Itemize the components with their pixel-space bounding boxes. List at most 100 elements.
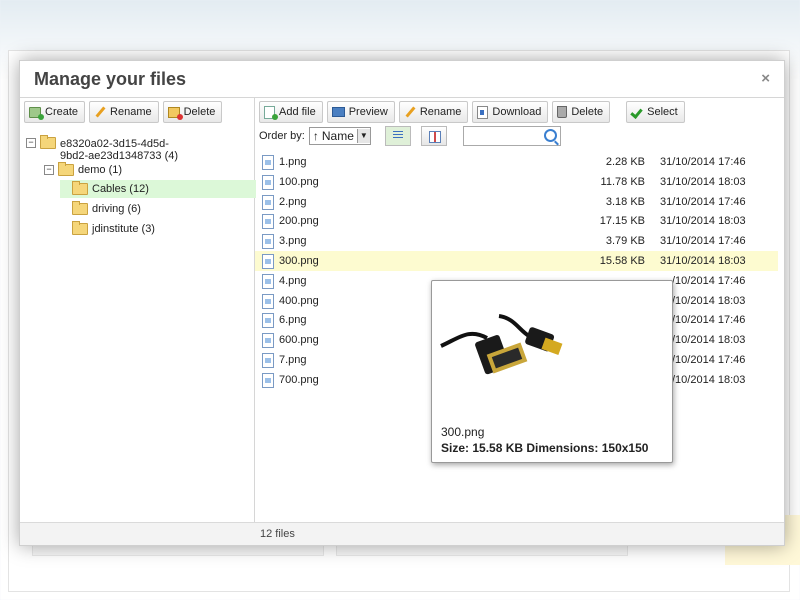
close-icon[interactable]: × [761,70,770,87]
image-file-icon [262,254,274,269]
file-row[interactable]: 3.png 3.79 KB 31/10/2014 17:46 [255,231,778,251]
folder-open-icon [58,162,74,176]
list-view-icon [392,131,403,140]
file-name: 7.png [279,354,307,366]
tree-item-jdinstitute[interactable]: jdinstitute (3) [72,220,155,238]
image-file-icon [262,313,274,329]
file-name: 1.png [279,156,307,168]
file-size: 11.78 KB [600,175,645,188]
file-row[interactable]: 100.png 11.78 KB 31/10/2014 18:03 [255,172,778,192]
dialog-header: Manage your files × [20,61,784,97]
folder-add-icon [29,106,44,120]
file-size: 15.58 KB [599,255,645,267]
rename-folder-button[interactable]: Rename [89,101,159,123]
file-date: /10/2014 18:03 [672,373,746,386]
collapse-icon[interactable]: − [26,138,36,148]
delete-file-button[interactable]: Delete [552,101,611,123]
tree-item-driving[interactable]: driving (6) [72,200,141,218]
add-file-button[interactable]: Add file [259,101,323,123]
folder-icon [72,221,88,235]
file-preview-tooltip: 300.png Size: 15.58 KB Dimensions: 150x1… [431,280,673,463]
file-name: 400.png [279,294,319,307]
collapse-icon[interactable]: − [44,165,54,175]
tree-item-demo[interactable]: − demo (1) [44,161,122,179]
file-count: 12 files [260,528,295,540]
file-size: 3.18 KB [605,195,645,208]
image-file-icon [262,214,274,230]
dialog-title: Manage your files [34,69,187,89]
file-add-icon [264,105,278,120]
file-size: 17.15 KB [599,215,645,228]
file-name: 100.png [279,175,319,188]
cable-thumbnail-image [440,314,563,375]
file-row[interactable]: 200.png 17.15 KB 31/10/2014 18:03 [255,211,778,231]
order-select[interactable]: ↑ Name ▼ [308,127,371,145]
folder-icon [72,181,88,195]
download-icon [477,105,489,119]
tree-root[interactable]: − e8320a02-3d15-4d5d- 9bd2-ae23d1348733 … [26,134,178,162]
pencil-icon [404,106,416,118]
checkmark-icon [631,106,643,118]
image-file-icon [262,194,274,210]
sort-arrow: ↑ [312,129,319,143]
image-file-icon [262,353,274,368]
file-toolbar: Add file Preview Rename Download Delete … [259,101,685,123]
preview-button[interactable]: Preview [326,101,395,123]
image-file-icon [262,372,274,388]
file-row[interactable]: 1.png 2.28 KB 31/10/2014 17:46 [255,152,778,172]
folder-open-icon [40,135,56,149]
file-date: 31/10/2014 18:03 [660,175,746,188]
file-name: 300.png [279,255,319,267]
file-name: 6.png [279,314,307,327]
file-date: /10/2014 17:46 [672,314,746,327]
file-name: 3.png [279,235,307,248]
select-button[interactable]: Select [626,101,685,123]
file-date: /10/2014 18:03 [672,334,746,347]
search-icon[interactable] [543,129,557,142]
file-date: /10/2014 17:46 [672,354,746,366]
file-name: 4.png [279,274,307,287]
image-file-icon [262,174,274,190]
file-date: 31/10/2014 17:46 [660,235,746,248]
list-view-button[interactable] [384,126,411,146]
file-date: /10/2014 18:03 [672,294,746,307]
file-name: 2.png [279,195,307,208]
rename-file-button[interactable]: Rename [398,101,469,123]
order-value: Name [321,129,354,143]
tooltip-file-name: 300.png [441,425,485,439]
folder-icon [72,201,88,215]
image-file-icon [262,273,274,289]
folder-delete-icon [167,106,183,120]
download-button[interactable]: Download [472,101,549,123]
image-file-icon [262,293,274,309]
status-bar: 12 files [20,522,784,545]
file-row[interactable]: 300.png 15.58 KB 31/10/2014 18:03 [255,251,778,271]
folder-pane: Create Rename Delete − e8320a02-3d15-4d5… [20,97,256,524]
file-size: 3.79 KB [605,235,645,248]
folder-toolbar: Create Rename Delete [24,101,223,123]
file-date: 31/10/2014 18:03 [660,255,746,267]
tree-item-cables[interactable]: Cables (12) [60,180,256,198]
image-file-icon [262,234,274,250]
file-row[interactable]: 2.png 3.18 KB 31/10/2014 17:46 [255,192,778,212]
thumbnail-view-button[interactable] [420,126,447,146]
tooltip-file-meta: Size: 15.58 KB Dimensions: 150x150 [441,441,649,455]
grid-view-icon [428,131,441,143]
order-by-label: Order by: [259,130,305,142]
file-date: 31/10/2014 18:03 [660,215,746,228]
file-name: 700.png [279,373,319,386]
image-file-icon [262,155,274,170]
file-name: 600.png [279,334,319,347]
file-date: /10/2014 17:46 [672,274,746,287]
search-input[interactable] [462,126,561,146]
trash-icon [557,106,568,118]
chevron-down-icon: ▼ [356,129,370,143]
delete-folder-button[interactable]: Delete [162,101,223,123]
monitor-icon [331,107,345,117]
file-size: 2.28 KB [605,156,645,168]
file-name: 200.png [279,215,319,228]
order-bar: Order by: ↑ Name ▼ [259,125,561,147]
file-date: 31/10/2014 17:46 [660,195,746,208]
create-folder-button[interactable]: Create [24,101,86,123]
image-file-icon [262,333,274,349]
